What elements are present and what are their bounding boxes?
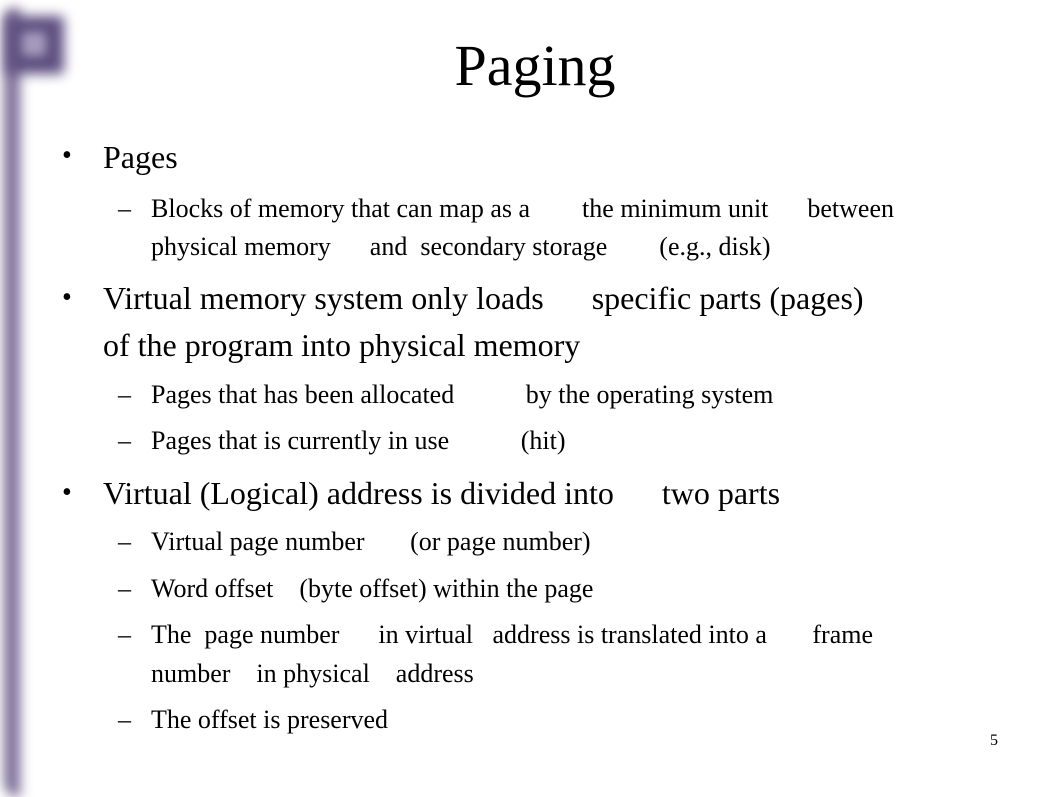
bullet-marker: •	[62, 140, 72, 171]
decorative-side-bar	[4, 8, 20, 797]
bullet-marker: •	[62, 477, 72, 508]
sub-item-blocks-line1: Blocks of memory that can map as a the m…	[151, 194, 895, 223]
dash-marker: –	[118, 527, 131, 556]
dash-marker: –	[118, 380, 131, 409]
bullet-virtual-memory-line2: of the program into physical memory	[103, 327, 581, 363]
sub-item-in-use: Pages that is currently in use (hit)	[151, 426, 566, 455]
dash-marker: –	[118, 426, 131, 455]
bullet-virtual-memory-line1: Virtual memory system only loads specifi…	[103, 280, 864, 316]
sub-item-word-offset: Word offset (byte offset) within the pag…	[151, 574, 594, 603]
sub-item-translation-line1: The page number in virtual address is tr…	[151, 620, 874, 649]
sub-item-blocks-line2: physical memory and secondary storage (e…	[151, 232, 771, 261]
bullet-pages: Pages	[103, 139, 178, 175]
sub-item-virtual-page-number: Virtual page number (or page number)	[151, 527, 591, 556]
sub-item-offset-preserved: The offset is preserved	[151, 705, 389, 734]
dash-marker: –	[118, 574, 131, 603]
bullet-virtual-address: Virtual (Logical) address is divided int…	[103, 475, 781, 511]
dash-marker: –	[118, 194, 131, 223]
slide-title: Paging	[454, 33, 616, 98]
sub-item-translation-line2: number in physical address	[151, 659, 474, 688]
bullet-marker: •	[62, 282, 72, 313]
slide-page-number: 5	[990, 732, 998, 749]
dash-marker: –	[118, 620, 131, 649]
dash-marker: –	[118, 705, 131, 734]
sub-item-allocated: Pages that has been allocated by the ope…	[151, 380, 774, 409]
